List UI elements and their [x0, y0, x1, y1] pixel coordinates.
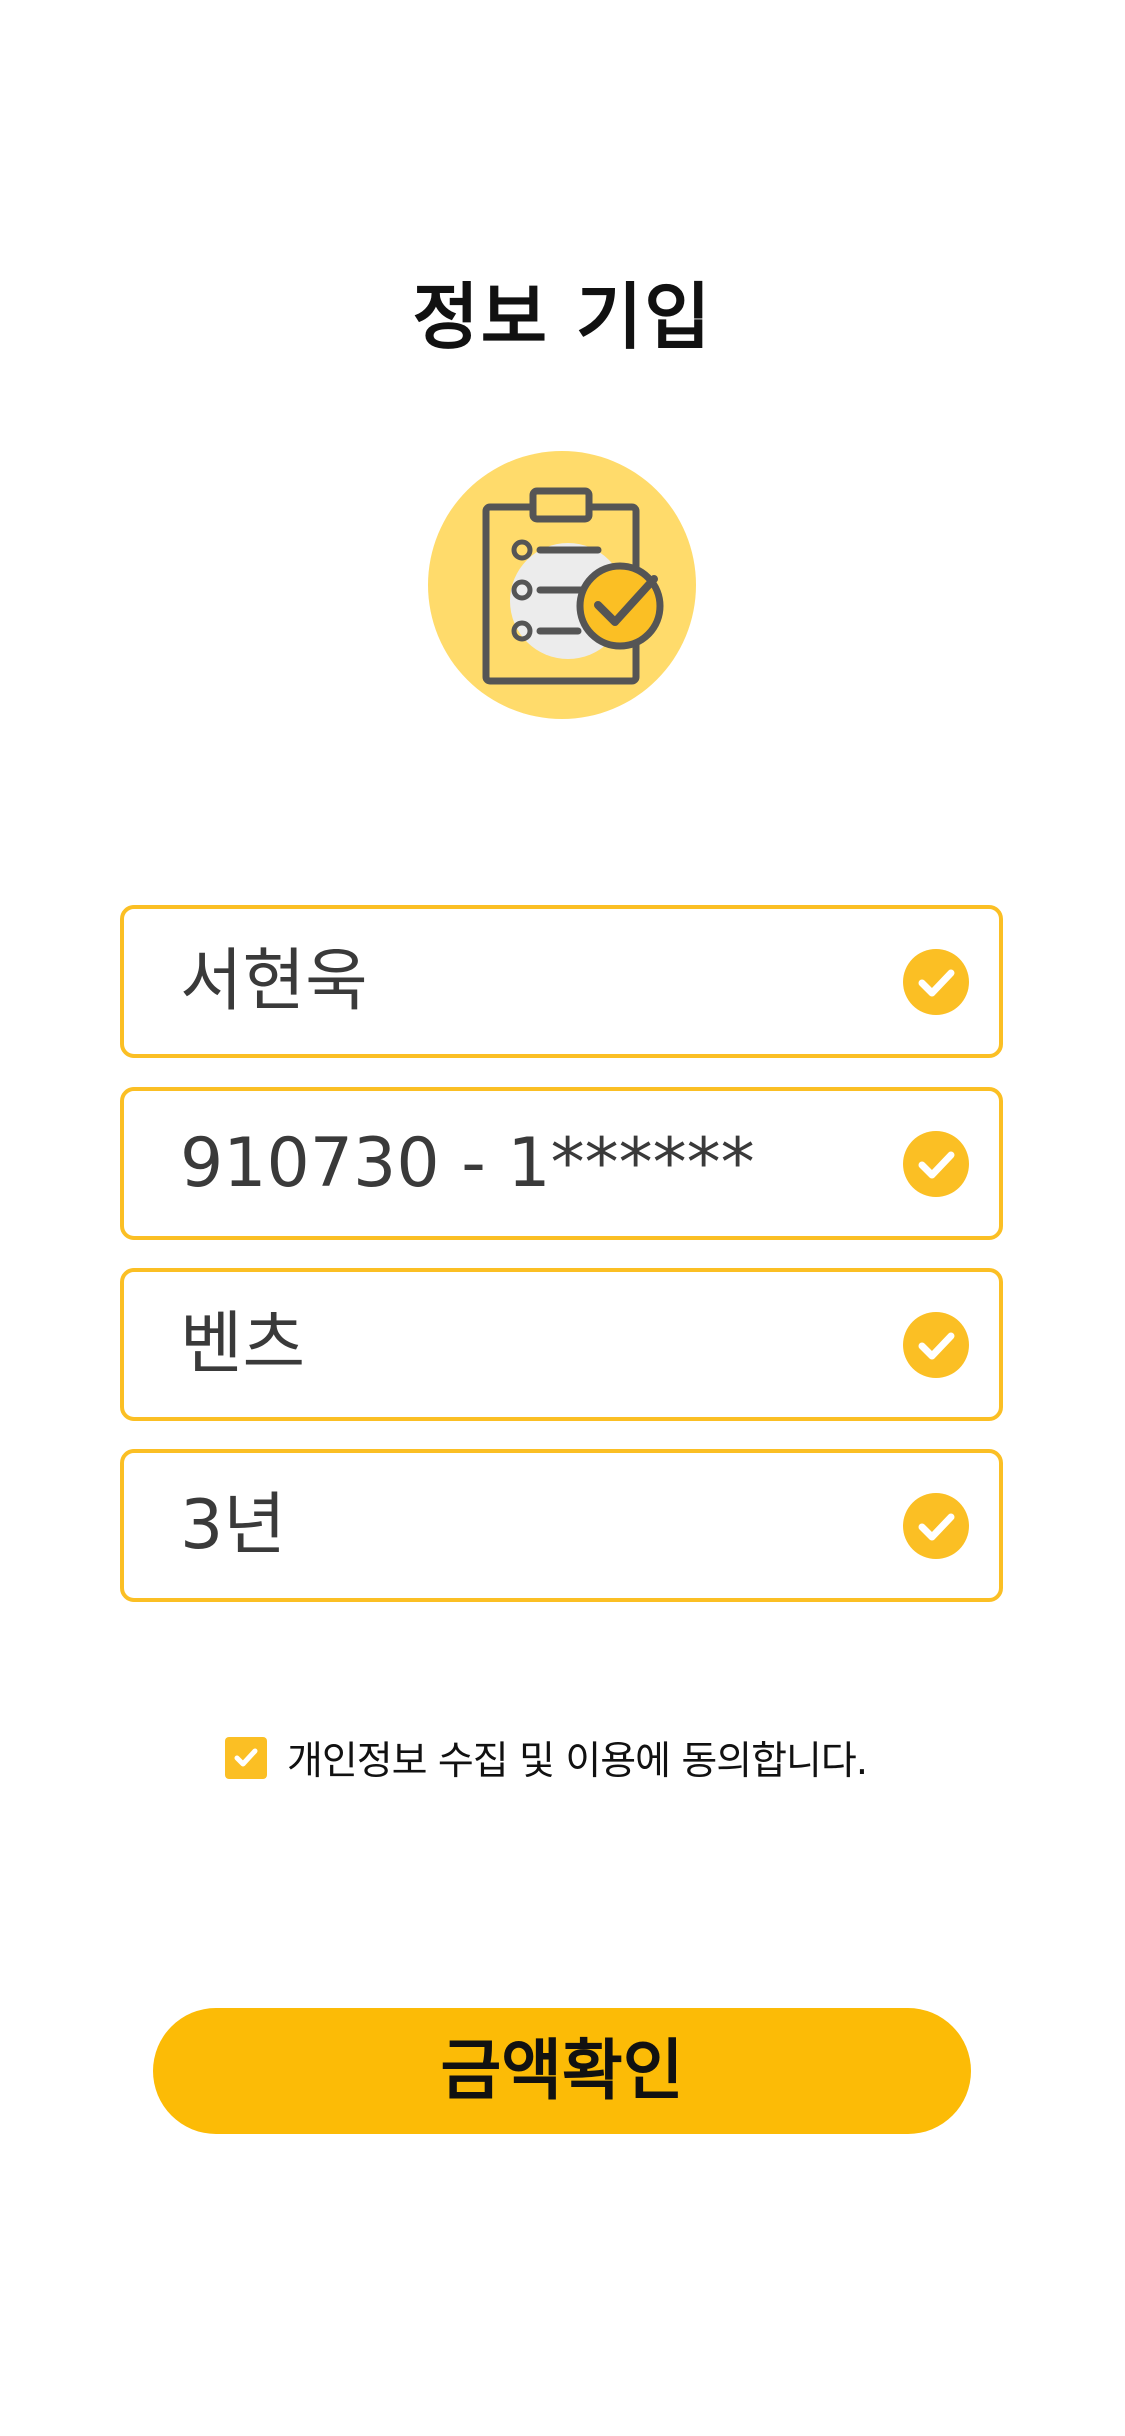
- resident-number-field[interactable]: 910730 - 1******: [120, 1087, 1003, 1240]
- privacy-consent[interactable]: 개인정보 수집 및 이용에 동의합니다.: [225, 1733, 868, 1784]
- checkmark-icon: [234, 1748, 258, 1767]
- name-field[interactable]: 서현욱: [120, 905, 1003, 1058]
- car-brand-field[interactable]: 벤츠: [120, 1268, 1003, 1421]
- check-circle-icon: [903, 1312, 969, 1378]
- consent-checkbox[interactable]: [225, 1737, 267, 1779]
- name-field-value: 서현욱: [180, 942, 368, 1021]
- check-circle-icon: [903, 949, 969, 1015]
- clipboard-check-icon: [428, 451, 696, 719]
- check-circle-icon: [903, 1493, 969, 1559]
- resident-number-field-value: 910730 - 1******: [180, 1124, 755, 1203]
- hero-illustration: [428, 451, 696, 719]
- car-brand-field-value: 벤츠: [180, 1305, 306, 1384]
- confirm-amount-button[interactable]: 금액확인: [153, 2008, 971, 2134]
- consent-label: 개인정보 수집 및 이용에 동의합니다.: [287, 1739, 868, 1784]
- check-circle-icon: [903, 1131, 969, 1197]
- period-field-value: 3년: [180, 1486, 286, 1565]
- page-title: 정보 기입: [412, 275, 713, 359]
- period-field[interactable]: 3년: [120, 1449, 1003, 1602]
